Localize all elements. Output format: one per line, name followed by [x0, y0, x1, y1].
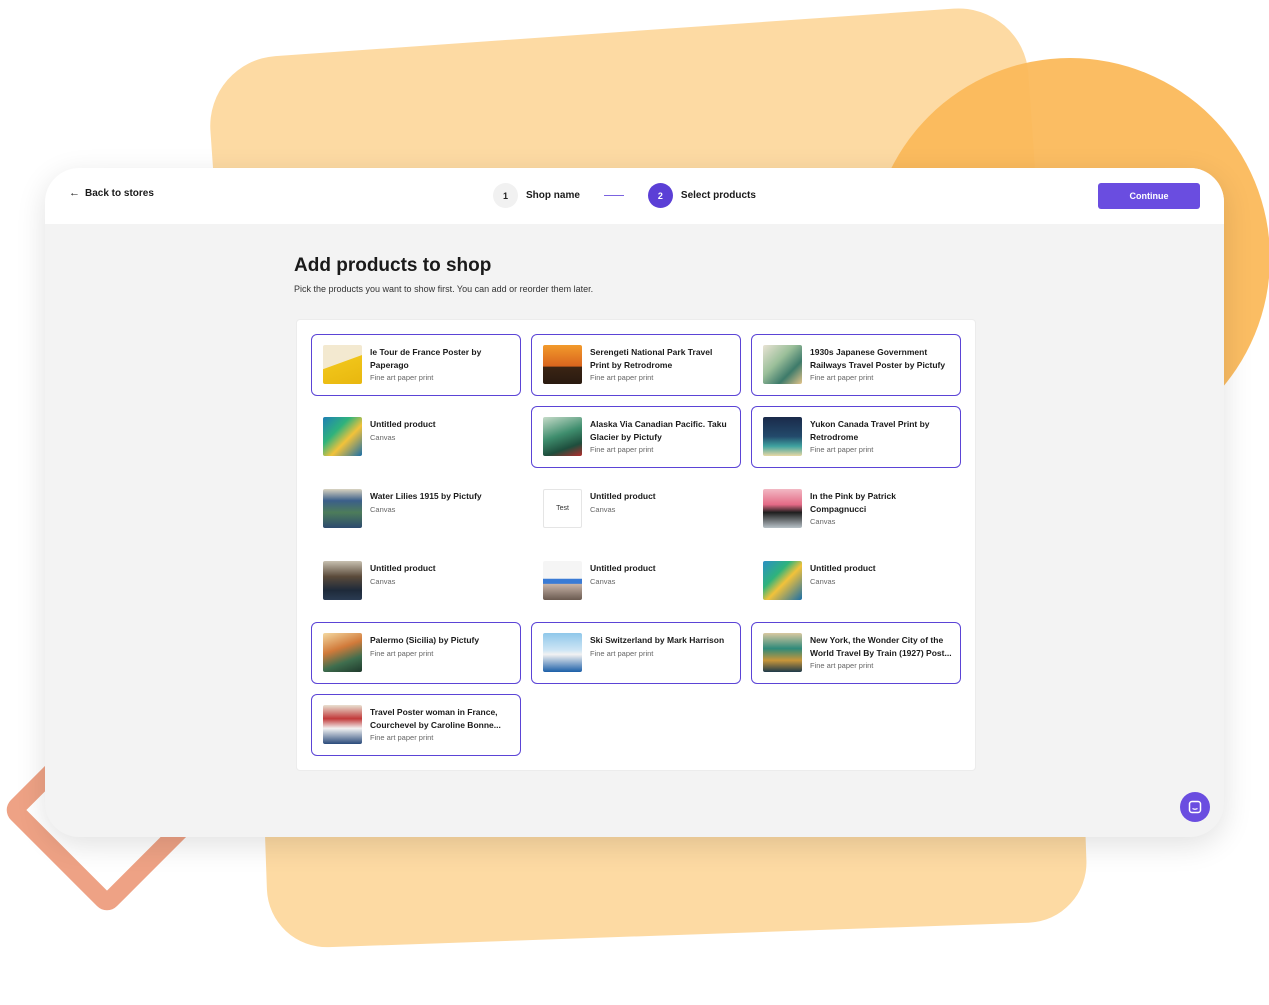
- product-card[interactable]: Ski Switzerland by Mark Harrison Fine art…: [531, 622, 741, 684]
- step-1-label[interactable]: Shop name: [526, 190, 580, 201]
- product-card[interactable]: Untitled product Canvas: [311, 406, 521, 468]
- product-title: le Tour de France Poster by Paperago: [370, 347, 482, 370]
- product-card[interactable]: Yukon Canada Travel Print by Retrodrome F…: [751, 406, 961, 468]
- product-card[interactable]: Alaska Via Canadian Pacific. Taku Glacie…: [531, 406, 741, 468]
- product-type: Canvas: [590, 504, 616, 514]
- product-text: Untitled product Canvas: [810, 562, 952, 586]
- product-card[interactable]: In the Pink by Patrick Compagnucci Canvas: [751, 478, 961, 540]
- product-type: Fine art paper print: [810, 661, 874, 670]
- product-title: 1930s Japanese Government Railways Trave…: [810, 347, 946, 370]
- product-grid: le Tour de France Poster by Paperago Fine…: [311, 334, 961, 756]
- product-thumbnail: [323, 417, 362, 456]
- product-thumbnail: [323, 705, 362, 744]
- product-title: New York, the Wonder City of the World T…: [810, 635, 952, 658]
- product-thumbnail: [543, 417, 582, 456]
- chat-icon: [1188, 800, 1202, 814]
- product-text: Untitled product Canvas: [370, 562, 512, 586]
- product-text: Palermo (Sicilia) by Pictufy Fine art pap…: [370, 634, 512, 658]
- product-card[interactable]: le Tour de France Poster by Paperago Fine…: [311, 334, 521, 396]
- product-title: Untitled product: [590, 563, 656, 573]
- app-window: ← Back to stores 1 Shop name 2 Select pr…: [45, 168, 1224, 837]
- product-text: Yukon Canada Travel Print by Retrodrome F…: [810, 418, 952, 454]
- arrow-left-icon: ←: [69, 187, 80, 199]
- product-type: Fine art paper print: [590, 648, 654, 658]
- product-type: Canvas: [810, 517, 836, 526]
- product-text: Untitled product Canvas: [370, 418, 512, 442]
- product-card[interactable]: Palermo (Sicilia) by Pictufy Fine art pap…: [311, 622, 521, 684]
- product-text: le Tour de France Poster by Paperago Fine…: [370, 346, 512, 382]
- product-card[interactable]: Travel Poster woman in France, Courcheve…: [311, 694, 521, 756]
- product-text: Serengeti National Park Travel Print by …: [590, 346, 732, 382]
- product-title: Serengeti National Park Travel Print by …: [590, 347, 713, 370]
- product-text: Untitled product Canvas: [590, 562, 732, 586]
- product-card[interactable]: Test Untitled product Canvas: [531, 478, 741, 540]
- product-text: New York, the Wonder City of the World T…: [810, 634, 952, 670]
- product-type: Fine art paper print: [810, 373, 874, 382]
- product-type: Fine art paper print: [590, 373, 654, 382]
- product-thumbnail: [763, 489, 802, 528]
- product-title: Untitled product: [590, 491, 656, 501]
- product-thumbnail: [323, 561, 362, 600]
- product-title: In the Pink by Patrick Compagnucci: [810, 491, 896, 514]
- product-title: Untitled product: [370, 563, 436, 573]
- product-title: Untitled product: [810, 563, 876, 573]
- product-title: Palermo (Sicilia) by Pictufy: [370, 635, 480, 645]
- back-to-stores-link[interactable]: ← Back to stores: [69, 187, 154, 199]
- product-type: Fine art paper print: [370, 733, 434, 742]
- thumbnail-text: Test: [556, 505, 569, 512]
- step-2-number: 2: [647, 183, 673, 208]
- product-thumbnail: [543, 345, 582, 384]
- product-title: Alaska Via Canadian Pacific. Taku Glacie…: [590, 419, 727, 442]
- product-title: Water Lilies 1915 by Pictufy: [370, 491, 482, 501]
- product-title: Travel Poster woman in France, Courcheve…: [370, 707, 501, 730]
- product-thumbnail: [763, 417, 802, 456]
- product-type: Fine art paper print: [370, 373, 434, 382]
- product-title: Ski Switzerland by Mark Harrison: [590, 635, 725, 645]
- product-thumbnail: [323, 489, 362, 528]
- product-thumbnail: [543, 561, 582, 600]
- product-thumbnail: [763, 561, 802, 600]
- product-text: Untitled product Canvas: [590, 490, 732, 514]
- product-card[interactable]: Serengeti National Park Travel Print by …: [531, 334, 741, 396]
- product-thumbnail: Test: [543, 489, 582, 528]
- product-text: 1930s Japanese Government Railways Trave…: [810, 346, 952, 382]
- product-type: Canvas: [370, 576, 396, 586]
- product-text: In the Pink by Patrick Compagnucci Canvas: [810, 490, 952, 526]
- product-card[interactable]: Untitled product Canvas: [531, 550, 741, 612]
- product-title: Untitled product: [370, 419, 436, 429]
- product-text: Travel Poster woman in France, Courcheve…: [370, 706, 512, 742]
- product-panel: le Tour de France Poster by Paperago Fine…: [296, 319, 976, 771]
- top-bar: ← Back to stores 1 Shop name 2 Select pr…: [45, 168, 1224, 224]
- product-text: Water Lilies 1915 by Pictufy Canvas: [370, 490, 512, 514]
- step-1-number[interactable]: 1: [493, 183, 518, 208]
- product-card[interactable]: Untitled product Canvas: [311, 550, 521, 612]
- back-label: Back to stores: [85, 187, 154, 199]
- product-card[interactable]: New York, the Wonder City of the World T…: [751, 622, 961, 684]
- product-thumbnail: [763, 345, 802, 384]
- product-text: Ski Switzerland by Mark Harrison Fine art…: [590, 634, 732, 658]
- product-type: Fine art paper print: [370, 648, 434, 658]
- page-title: Add products to shop: [294, 255, 492, 276]
- product-thumbnail: [543, 633, 582, 672]
- product-type: Fine art paper print: [810, 445, 874, 454]
- product-title: Yukon Canada Travel Print by Retrodrome: [810, 419, 930, 442]
- continue-button[interactable]: Continue: [1098, 183, 1200, 209]
- product-card[interactable]: Untitled product Canvas: [751, 550, 961, 612]
- product-type: Canvas: [590, 576, 616, 586]
- product-text: Alaska Via Canadian Pacific. Taku Glacie…: [590, 418, 732, 454]
- stepper: 1 Shop name 2 Select products: [493, 183, 756, 208]
- product-thumbnail: [763, 633, 802, 672]
- chat-button[interactable]: [1180, 792, 1210, 822]
- step-2-label: Select products: [680, 190, 756, 201]
- product-type: Fine art paper print: [590, 445, 654, 454]
- step-connector: [603, 194, 624, 197]
- page-subtitle: Pick the products you want to show first…: [294, 284, 594, 294]
- product-thumbnail: [323, 633, 362, 672]
- product-thumbnail: [323, 345, 362, 384]
- product-card[interactable]: Water Lilies 1915 by Pictufy Canvas: [311, 478, 521, 540]
- product-type: Canvas: [810, 576, 836, 586]
- product-type: Canvas: [370, 432, 396, 442]
- product-card[interactable]: 1930s Japanese Government Railways Trave…: [751, 334, 961, 396]
- product-type: Canvas: [370, 504, 396, 514]
